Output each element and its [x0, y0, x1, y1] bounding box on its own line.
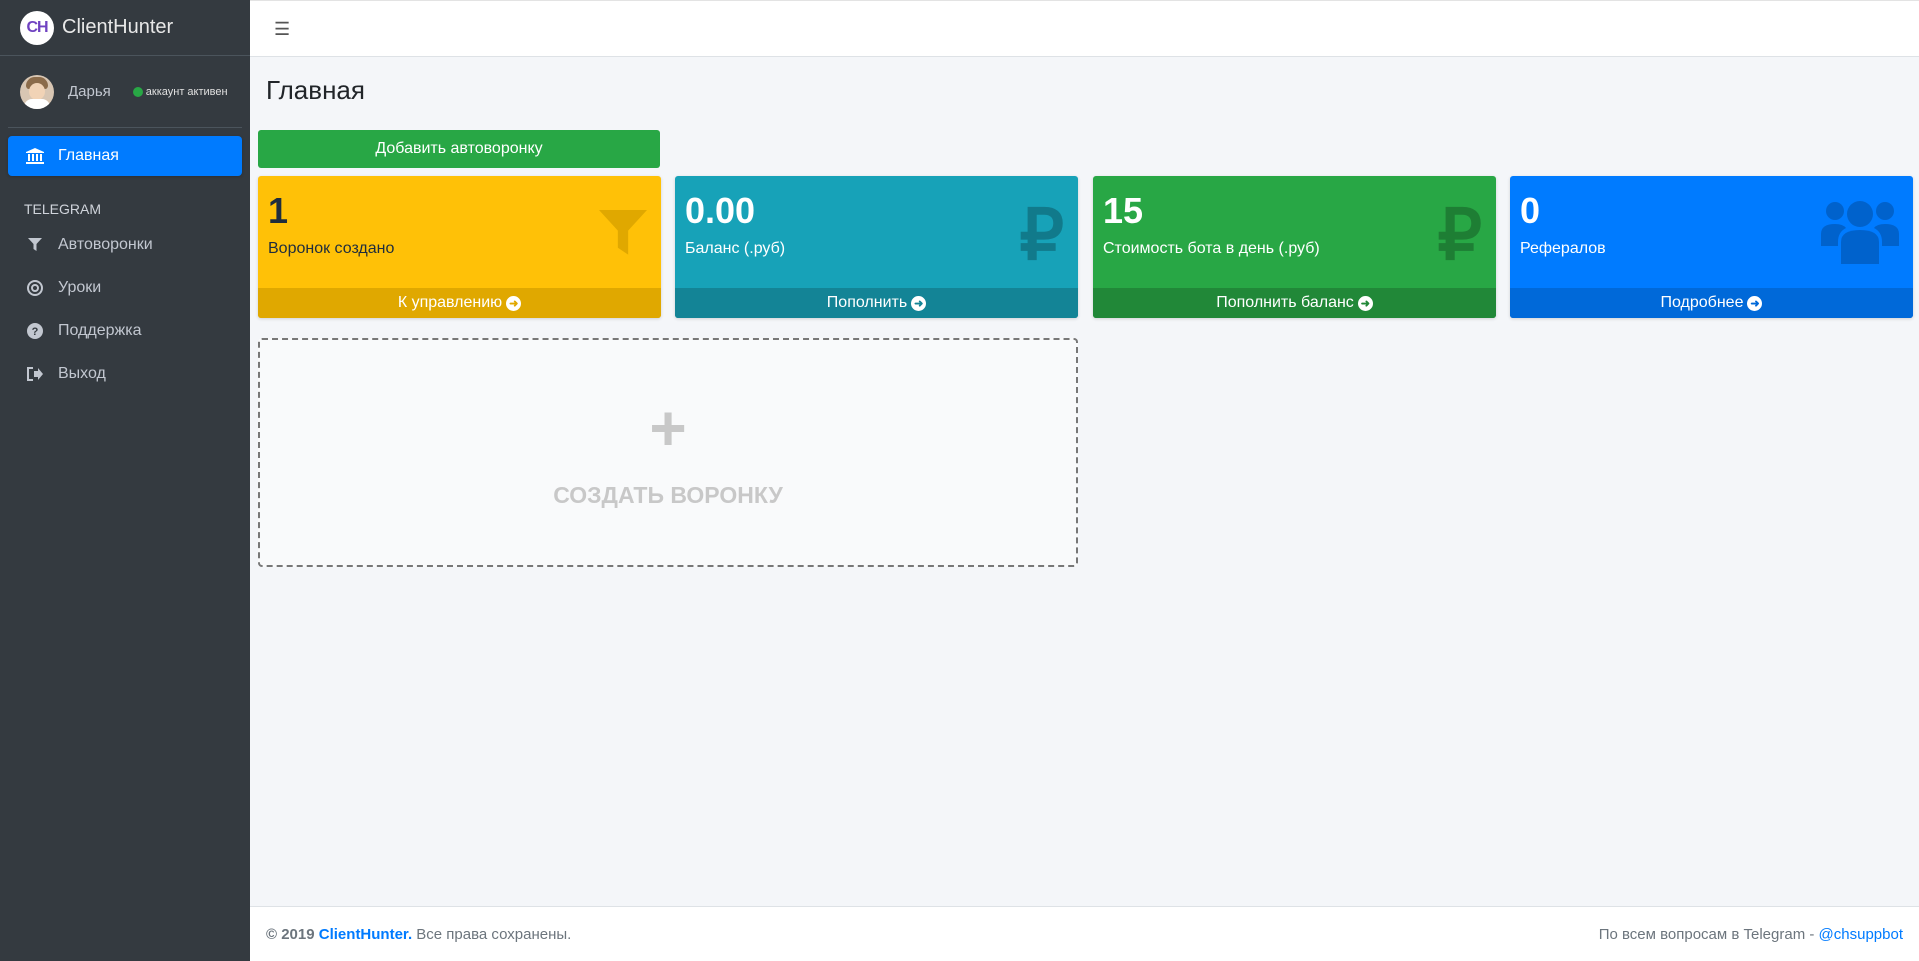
- ruble-icon: ₽: [1019, 196, 1064, 274]
- card-value: 0.00: [685, 190, 756, 231]
- sidebar-item-lessons[interactable]: Уроки: [8, 268, 242, 308]
- top-navbar: ☰: [250, 0, 1919, 57]
- filter-icon: [599, 194, 647, 274]
- users-icon: [1821, 194, 1899, 280]
- card-label: Стоимость бота в день (.руб): [1103, 240, 1320, 257]
- brand-link[interactable]: CH ClientHunter: [0, 0, 250, 56]
- card-footer-link[interactable]: Пополнить баланс ➜: [1093, 288, 1496, 318]
- create-funnel-label: СОЗДАТЬ ВОРОНКУ: [553, 482, 783, 508]
- card-label: Воронок создано: [268, 240, 395, 257]
- question-icon: ?: [24, 323, 46, 339]
- page-footer: © 2019 ClientHunter. Все права сохранены…: [250, 906, 1919, 961]
- bank-icon: [24, 148, 46, 164]
- card-footer-link[interactable]: К управлению ➜: [258, 288, 661, 318]
- card-footer-link[interactable]: Пополнить ➜: [675, 288, 1078, 318]
- card-footer-link[interactable]: Подробнее ➜: [1510, 288, 1913, 318]
- sidebar-item-label: Поддержка: [58, 322, 142, 339]
- main-content: Главная Добавить автоворонку 1 Воронок с…: [250, 57, 1919, 906]
- sign-out-icon: [24, 367, 46, 381]
- copyright: © 2019 ClientHunter. Все права сохранены…: [266, 926, 571, 943]
- plus-icon: +: [649, 392, 687, 464]
- sidebar: CH ClientHunter Дарья аккаунт активен Гл…: [0, 0, 250, 961]
- sidebar-item-autofunnels[interactable]: Автоворонки: [8, 225, 242, 265]
- brand-name: ClientHunter: [62, 16, 174, 38]
- life-ring-icon: [24, 280, 46, 296]
- sidebar-item-main[interactable]: Главная: [8, 136, 242, 176]
- sidebar-item-label: Автоворонки: [58, 236, 153, 253]
- sidebar-item-label: Выход: [58, 365, 106, 382]
- funnels-count-card: 1 Воронок создано К управлению ➜: [258, 176, 661, 318]
- nav-header-telegram: TELEGRAM: [24, 201, 102, 217]
- status-dot-icon: [132, 86, 143, 97]
- avatar[interactable]: [20, 74, 54, 109]
- balance-card: 0.00 Баланс (.руб) ₽ Пополнить ➜: [675, 176, 1078, 318]
- contact-text: По всем вопросам в Telegram -: [1598, 925, 1815, 943]
- ruble-icon: ₽: [1437, 196, 1482, 274]
- arrow-circle-right-icon: ➜: [911, 295, 927, 311]
- sidebar-nav: Главная TELEGRAM Автоворонки Уроки ? Под…: [0, 128, 250, 405]
- arrow-circle-right-icon: ➜: [1747, 295, 1763, 311]
- footer-brand-link[interactable]: ClientHunter.: [319, 926, 412, 943]
- arrow-circle-right-icon: ➜: [1357, 295, 1373, 311]
- copyright-year: © 2019: [266, 925, 315, 943]
- card-value: 15: [1103, 190, 1144, 231]
- add-autofunnel-button[interactable]: Добавить автоворонку: [258, 130, 660, 168]
- rights-text: Все права сохранены.: [416, 925, 572, 943]
- sidebar-item-support[interactable]: ? Поддержка: [8, 311, 242, 351]
- hamburger-icon[interactable]: ☰: [274, 19, 290, 40]
- arrow-circle-right-icon: ➜: [506, 295, 522, 311]
- card-value: 1: [268, 190, 289, 231]
- sidebar-item-label: Главная: [58, 147, 119, 164]
- sidebar-item-label: Уроки: [58, 279, 102, 296]
- card-label: Баланс (.руб): [685, 240, 786, 257]
- svg-text:?: ?: [32, 326, 39, 338]
- page-title: Главная: [266, 75, 365, 105]
- card-footer-label: Подробнее: [1660, 294, 1744, 311]
- telegram-support-link[interactable]: @chsuppbot: [1819, 926, 1903, 943]
- card-footer-label: Пополнить: [826, 294, 908, 311]
- daily-cost-card: 15 Стоимость бота в день (.руб) ₽ Пополн…: [1093, 176, 1496, 318]
- create-funnel-box[interactable]: + СОЗДАТЬ ВОРОНКУ: [258, 338, 1078, 567]
- user-panel: Дарья аккаунт активен: [8, 56, 242, 128]
- card-footer-label: К управлению: [397, 294, 503, 311]
- status-text: аккаунт активен: [145, 85, 228, 98]
- sidebar-item-logout[interactable]: Выход: [8, 354, 242, 394]
- card-footer-label: Пополнить баланс: [1216, 294, 1354, 311]
- referrals-card: 0 Рефералов Подробнее ➜: [1510, 176, 1913, 318]
- contact: По всем вопросам в Telegram - @chsuppbot: [1599, 926, 1903, 943]
- user-name[interactable]: Дарья: [68, 83, 111, 100]
- brand-logo: CH: [20, 10, 54, 45]
- filter-icon: [24, 238, 46, 252]
- account-status: аккаунт активен: [132, 85, 228, 98]
